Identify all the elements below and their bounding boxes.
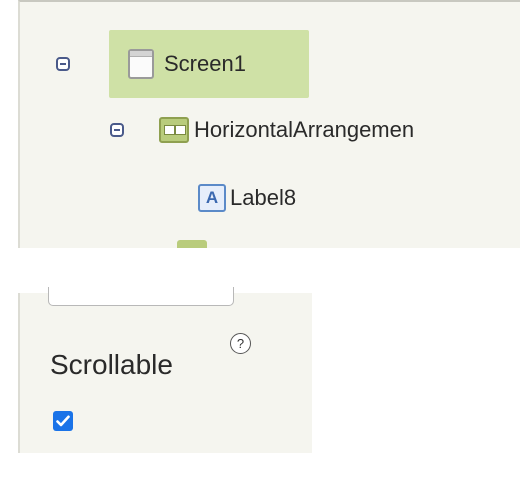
- tree-node-horizontal-arrangement-content[interactable]: HorizontalArrangemen: [159, 110, 414, 150]
- components-tree-panel: Screen1 HorizontalArrangemen A Label8: [18, 0, 520, 248]
- tree-node-label: Screen1: [164, 51, 246, 76]
- tree-node-horizontal-arrangement[interactable]: [110, 110, 124, 150]
- tree-node-screen1-content[interactable]: Screen1: [128, 44, 246, 84]
- help-icon[interactable]: ?: [230, 333, 251, 354]
- collapse-toggle-icon[interactable]: [110, 123, 124, 137]
- tree-node-label: HorizontalArrangemen: [194, 117, 415, 142]
- scrollable-property-label: Scrollable: [50, 349, 173, 380]
- scrollable-checkbox[interactable]: [53, 411, 73, 431]
- tree-node-label8[interactable]: A Label8: [198, 178, 296, 218]
- collapse-toggle-icon[interactable]: [56, 57, 70, 71]
- checkmark-icon: [56, 415, 70, 427]
- tree-node-screen1[interactable]: [56, 44, 70, 84]
- horizontal-arrangement-icon: [159, 117, 189, 143]
- tree-node-label: Label8: [230, 185, 297, 210]
- partial-component-icon: [177, 240, 207, 248]
- label-icon: A: [198, 184, 226, 212]
- properties-panel: Scrollable ?: [18, 287, 312, 453]
- screen-icon: [128, 49, 154, 79]
- property-input-field[interactable]: [48, 287, 234, 306]
